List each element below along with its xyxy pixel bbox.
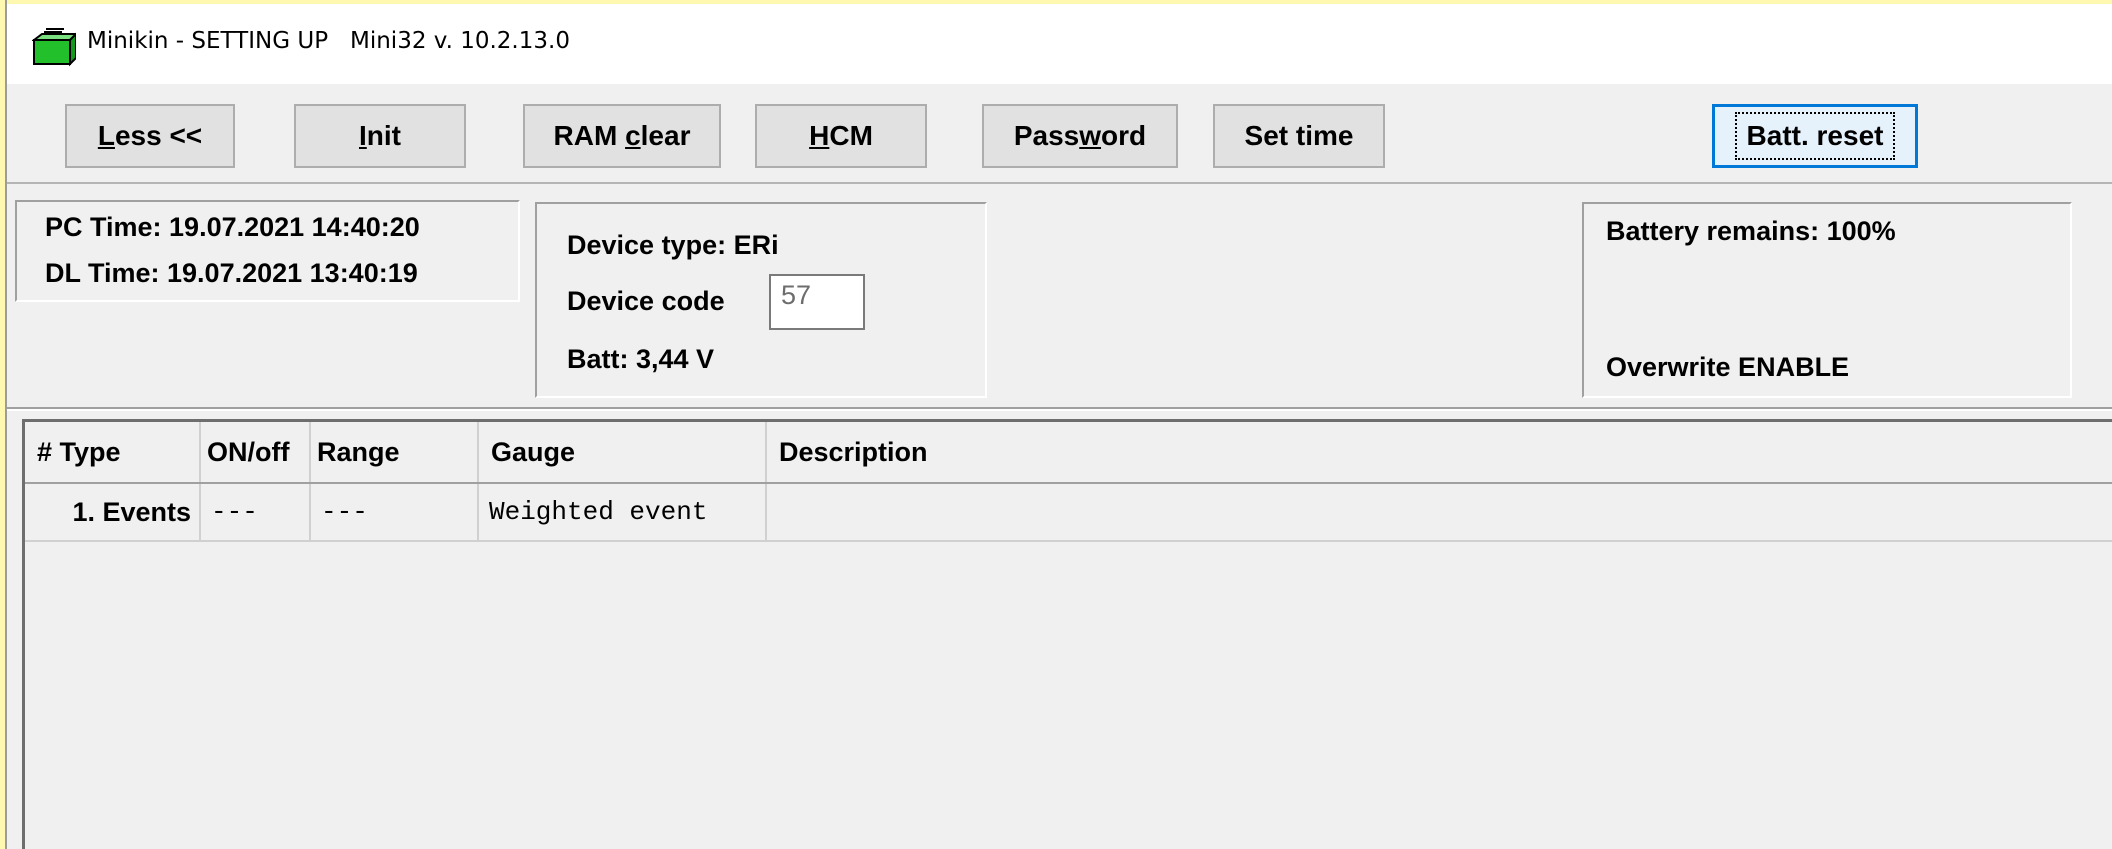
desktop-strip-left	[0, 0, 7, 849]
device-code-field[interactable]: 57	[769, 274, 865, 330]
cell-type[interactable]: 1. Events	[25, 484, 201, 540]
battery-remains: Battery remains: 100%	[1606, 216, 1896, 246]
column-header[interactable]: ON/off	[201, 422, 311, 482]
password-button[interactable]: Password	[982, 104, 1178, 168]
divider	[7, 407, 2112, 411]
overwrite-status: Overwrite ENABLE	[1606, 352, 1850, 382]
device-code-label: Device code	[567, 286, 725, 316]
grid-header: # Type ON/off Range Gauge Description	[25, 422, 2112, 484]
channels-grid[interactable]: # Type ON/off Range Gauge Description 1.…	[22, 419, 2112, 849]
app-window: Minikin - SETTING UP Mini32 v. 10.2.13.0…	[7, 4, 2112, 849]
pc-time: PC Time: 19.07.2021 14:40:20	[45, 212, 420, 242]
column-header[interactable]: Description	[767, 422, 2112, 482]
password-button-label: Password	[1013, 120, 1147, 151]
window-title: Minikin - SETTING UP Mini32 v. 10.2.13.0	[87, 28, 570, 54]
set-time-button[interactable]: Set time	[1213, 104, 1385, 168]
cell-gauge[interactable]: Weighted event	[479, 484, 767, 540]
hcm-button[interactable]: HCM	[755, 104, 927, 168]
toolbar: Less << Init RAM clear HCM Password Set …	[7, 84, 2112, 184]
hcm-button-label: HCM	[809, 120, 873, 151]
ram-clear-button[interactable]: RAM clear	[523, 104, 721, 168]
init-button[interactable]: Init	[294, 104, 466, 168]
batt-reset-button-label: Batt. reset	[1734, 112, 1896, 160]
column-header[interactable]: Range	[311, 422, 479, 482]
battery-voltage: Batt: 3,44 V	[567, 344, 715, 374]
device-panel: Device type: ERi Device code 57 Batt: 3,…	[535, 202, 987, 398]
cell-description[interactable]	[767, 484, 2112, 540]
set-time-button-label: Set time	[1244, 120, 1354, 151]
column-header[interactable]: Gauge	[479, 422, 767, 482]
info-area: PC Time: 19.07.2021 14:40:20 DL Time: 19…	[7, 184, 2112, 409]
batt-reset-button[interactable]: Batt. reset	[1712, 104, 1918, 168]
device-type: Device type: ERi	[567, 230, 779, 260]
table-row[interactable]: 1. Events --- --- Weighted event	[25, 484, 2112, 542]
column-header[interactable]: # Type	[25, 422, 201, 482]
less-button-label: Less <<	[97, 120, 203, 151]
ram-clear-button-label: RAM clear	[553, 120, 691, 151]
init-button-label: Init	[359, 120, 401, 151]
cell-range[interactable]: ---	[311, 484, 479, 540]
less-button[interactable]: Less <<	[65, 104, 235, 168]
folder-green-icon	[31, 28, 79, 68]
dl-time: DL Time: 19.07.2021 13:40:19	[45, 258, 418, 288]
battery-panel: Battery remains: 100% Overwrite ENABLE	[1582, 202, 2072, 398]
title-bar[interactable]: Minikin - SETTING UP Mini32 v. 10.2.13.0	[7, 4, 2112, 84]
time-panel: PC Time: 19.07.2021 14:40:20 DL Time: 19…	[15, 200, 520, 302]
cell-onoff[interactable]: ---	[201, 484, 311, 540]
